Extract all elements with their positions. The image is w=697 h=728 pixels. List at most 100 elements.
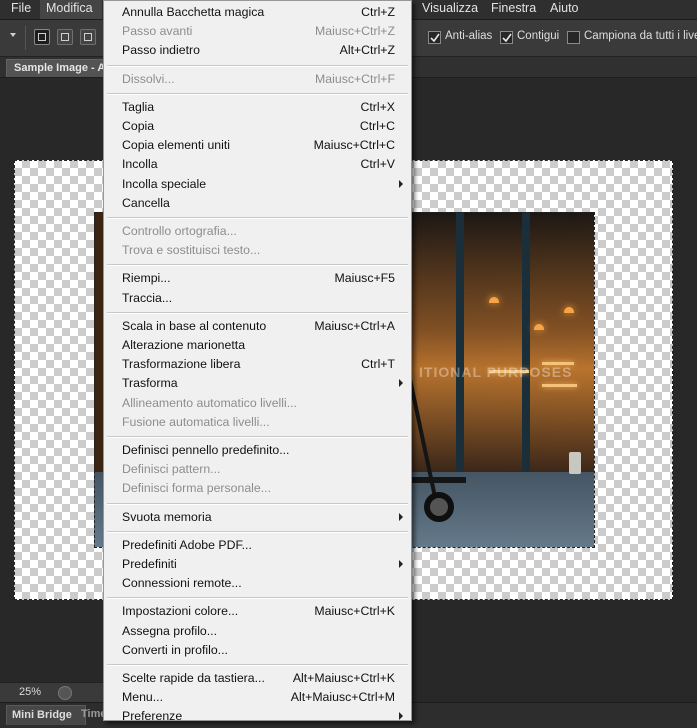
submenu-arrow-icon [399,379,403,388]
menu-item-label: Trova e sostituisci testo... [122,243,261,258]
menu-item[interactable]: Converti in profilo... [104,641,411,660]
menu-item-shortcut: Alt+Maiusc+Ctrl+K [292,671,395,685]
toolbar-divider [25,26,26,50]
add-to-selection-button[interactable] [57,29,73,45]
campiona-label: Campiona da tutti i livelli [584,30,697,42]
menu-item-shortcut: Ctrl+V [360,157,395,172]
menu-item[interactable]: Scala in base al contenuto Maiusc+Ctrl+A [104,317,411,336]
submenu-arrow-icon [399,712,403,721]
menu-item-label: Fusione automatica livelli... [122,414,270,429]
menu-separator [107,92,408,95]
menu-item-label: Cancella [122,195,170,210]
menu-item[interactable]: Passo indietro Alt+Ctrl+Z [104,41,411,60]
menu-item[interactable]: Annulla Bacchetta magica Ctrl+Z [104,3,411,22]
menu-item-shortcut: Ctrl+Z [361,5,395,19]
menu-item[interactable]: Incolla Ctrl+V [104,155,411,174]
menu-item-shortcut: Maiusc+Ctrl+K [314,604,395,619]
menu-item[interactable]: Preferenze [104,707,411,726]
menu-item[interactable]: Alterazione marionetta [104,336,411,355]
contigui-checkbox[interactable] [500,31,513,44]
menu-item-label: Svuota memoria [122,509,212,524]
menu-item[interactable]: Connessioni remote... [104,574,411,593]
subtract-selection-button[interactable] [80,29,96,45]
tool-preset-dropdown-icon[interactable] [10,33,16,37]
menu-item[interactable]: Menu... Alt+Maiusc+Ctrl+M [104,688,411,707]
menu-separator [107,664,408,666]
menu-item[interactable]: Incolla speciale [104,175,411,194]
menu-item[interactable]: Predefiniti Adobe PDF... [104,536,411,555]
menu-item[interactable]: Svuota memoria [104,508,411,527]
menu-item-label: Passo avanti [122,24,193,39]
document-tab[interactable]: Sample Image - A [6,59,106,77]
menu-item: Definisci forma personale... [104,479,411,498]
menu-aiuto[interactable]: Aiuto [542,0,592,19]
new-selection-button[interactable] [34,29,50,45]
submenu-arrow-icon [399,560,403,568]
menu-item[interactable]: Cancella [104,194,411,213]
menu-item[interactable]: Traccia... [104,289,411,308]
menu-item-label: Scala in base al contenuto [122,318,267,333]
menu-item-label: Traccia... [122,290,173,305]
menu-item-label: Dissolvi... [122,71,175,86]
contigui-label: Contigui [517,30,560,42]
menu-item[interactable]: Riempi... Maiusc+F5 [104,269,411,288]
edit-menu-dropdown: Annulla Bacchetta magica Ctrl+Z Passo avan… [103,0,412,723]
menu-item-shortcut: Maiusc+Ctrl+A [314,318,395,333]
menu-separator [107,530,408,533]
menu-item[interactable]: Taglia Ctrl+X [104,98,411,117]
menu-item-shortcut: Ctrl+T [361,357,395,372]
submenu-arrow-icon [399,179,403,188]
menu-separator [107,311,408,314]
menu-item[interactable]: Scelte rapide da tastiera... Alt+Maiusc+C… [104,669,411,688]
status-info-icon[interactable] [58,686,72,700]
tab-mini-bridge[interactable]: Mini Bridge [6,705,86,725]
menu-item-label: Predefiniti Adobe PDF... [122,537,252,552]
menu-item[interactable]: Predefiniti [104,555,411,574]
status-bar: 25% [0,682,104,703]
menu-item[interactable]: Copia Ctrl+C [104,117,411,136]
menu-item[interactable]: Definisci pennello predefinito... [104,441,411,460]
menu-item-shortcut: Alt+Maiusc+Ctrl+M [290,690,395,705]
menu-item: Dissolvi... Maiusc+Ctrl+F [104,70,411,89]
subtract-selection-icon [84,33,92,41]
menu-item-label: Taglia [122,99,155,114]
menu-item: Controllo ortografia... [104,222,411,241]
menu-finestra[interactable]: Finestra [483,0,541,19]
menu-item[interactable]: Trasformazione libera Ctrl+T [104,355,411,374]
menu-item-shortcut: Maiusc+Ctrl+Z [315,24,395,39]
menu-item-label: Controllo ortografia... [122,224,237,238]
menu-item: Trova e sostituisci testo... [104,241,411,260]
menu-item: Passo avanti Maiusc+Ctrl+Z [104,22,411,41]
menu-item[interactable]: Trasforma [104,374,411,393]
menu-item-shortcut: Maiusc+Ctrl+F [315,71,395,86]
campiona-checkbox[interactable] [567,31,580,44]
menu-item-label: Incolla [122,157,158,172]
menu-item-label: Definisci pattern... [122,462,221,477]
menu-item-label: Allineamento automatico livelli... [122,395,297,410]
menu-item-label: Impostazioni colore... [122,604,239,619]
new-selection-icon [38,33,46,41]
menu-separator [107,64,408,67]
menu-modifica[interactable]: Modifica [40,0,102,19]
menu-item[interactable]: Impostazioni colore... Maiusc+Ctrl+K [104,602,411,621]
menu-item: Allineamento automatico livelli... [104,394,411,413]
menu-item-label: Alterazione marionetta [122,338,246,352]
menu-separator [107,597,408,600]
menu-item[interactable]: Assegna profilo... [104,622,411,641]
zoom-level[interactable]: 25% [19,686,41,698]
menu-item-label: Trasforma [122,376,178,391]
menu-visualizza[interactable]: Visualizza [414,0,480,19]
menu-item-label: Definisci forma personale... [122,481,271,496]
menu-item[interactable]: Copia elementi uniti Maiusc+Ctrl+C [104,136,411,155]
menu-file[interactable]: File [0,0,40,19]
antialias-label: Anti-alias [445,30,493,42]
menu-item-label: Connessioni remote... [122,576,242,591]
menu-item-label: Annulla Bacchetta magica [122,5,265,19]
menu-item-label: Predefiniti [122,557,177,571]
checkmark-icon [430,33,440,43]
menu-item-shortcut: Ctrl+X [360,99,395,114]
menu-item-label: Scelte rapide da tastiera... [122,671,265,685]
menu-separator [107,217,408,219]
antialias-checkbox[interactable] [428,31,441,44]
menu-item-label: Definisci pennello predefinito... [122,443,290,457]
